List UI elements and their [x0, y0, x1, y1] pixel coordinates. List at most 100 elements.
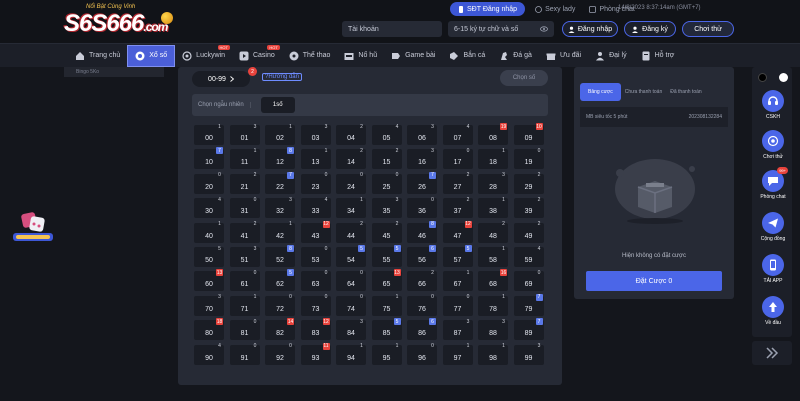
number-cell-96[interactable]: 0 96	[407, 343, 437, 365]
number-cell-51[interactable]: 3 51	[229, 246, 260, 267]
demo-play-button[interactable]: Chơi thử	[682, 21, 734, 37]
nav-agent[interactable]: Đại lý	[588, 45, 634, 67]
number-cell-28[interactable]: 3 28	[478, 172, 508, 194]
sexy-lady-link[interactable]: Sexy lady	[531, 6, 579, 13]
light-theme-dot[interactable]	[779, 72, 788, 82]
account-input[interactable]: Tài khoản	[342, 21, 442, 37]
number-cell-89[interactable]: 7 89	[513, 318, 544, 341]
number-cell-80[interactable]: 18 80	[194, 318, 224, 341]
number-cell-27[interactable]: 2 27	[442, 172, 473, 194]
number-cell-64[interactable]: 0 64	[336, 270, 366, 292]
number-cell-71[interactable]: 1 71	[229, 294, 260, 316]
number-cell-78[interactable]: 1 78	[478, 294, 508, 316]
back-to-top-button[interactable]: Về đầu	[756, 296, 790, 336]
number-cell-02[interactable]: 1 02	[265, 124, 295, 145]
number-cell-18[interactable]: 1 18	[478, 148, 508, 170]
community-button[interactable]: Cộng đồng	[756, 212, 790, 252]
left-game-list[interactable]: Bingo 5Ko	[64, 67, 164, 77]
number-cell-21[interactable]: 2 21	[229, 172, 260, 194]
number-cell-44[interactable]: 2 44	[336, 221, 366, 243]
number-cell-69[interactable]: 0 69	[513, 270, 544, 292]
number-cell-11[interactable]: 1 11	[229, 148, 260, 170]
nav-casino[interactable]: Casino HOT	[232, 44, 282, 67]
expand-sidebar-button[interactable]	[752, 341, 792, 365]
number-cell-49[interactable]: 2 49	[513, 221, 544, 243]
nav-promotions[interactable]: Ưu đãi	[539, 45, 588, 67]
number-cell-29[interactable]: 2 29	[513, 172, 544, 194]
place-bet-button[interactable]: Đặt Cược 0	[586, 271, 722, 291]
number-cell-41[interactable]: 2 41	[229, 221, 260, 243]
number-cell-19[interactable]: 0 19	[513, 148, 544, 170]
nav-sports[interactable]: Thể thao	[282, 45, 338, 67]
password-input[interactable]: 6-15 ký tự chữ và số	[448, 21, 554, 37]
nav-support[interactable]: Hỗ trợ	[634, 45, 682, 67]
number-cell-98[interactable]: 1 98	[478, 343, 508, 365]
choose-number-button[interactable]: Chọn số	[500, 70, 548, 86]
number-cell-04[interactable]: 2 04	[336, 124, 366, 145]
number-cell-52[interactable]: 8 52	[265, 245, 295, 267]
number-cell-47[interactable]: 12 47	[442, 220, 473, 243]
nav-home[interactable]: Trang chủ	[68, 45, 127, 67]
number-cell-16[interactable]: 3 16	[407, 148, 437, 170]
number-cell-36[interactable]: 0 36	[407, 197, 437, 219]
number-cell-97[interactable]: 1 97	[442, 343, 473, 365]
number-cell-37[interactable]: 2 37	[442, 197, 473, 219]
number-cell-68[interactable]: 16 68	[478, 269, 508, 292]
tab-unpaid[interactable]: Chưa thanh toán	[621, 83, 667, 101]
number-cell-86[interactable]: 6 86	[407, 318, 437, 341]
number-cell-60[interactable]: 13 60	[194, 269, 224, 292]
number-cell-25[interactable]: 0 25	[371, 172, 402, 194]
number-cell-07[interactable]: 4 07	[442, 124, 473, 145]
eye-icon[interactable]	[540, 26, 548, 32]
chat-room-side-button[interactable]: 99+ Phòng chat	[756, 167, 790, 210]
nav-fishing[interactable]: Bắn cá	[442, 45, 492, 67]
nav-cockfight[interactable]: Đá gà	[492, 45, 539, 67]
number-cell-26[interactable]: 7 26	[407, 171, 437, 194]
logo[interactable]: Nổi Bật Cùng Vinh S6S666.com	[64, 4, 174, 38]
number-cell-00[interactable]: 1 00	[194, 124, 224, 145]
tab-paid[interactable]: Đã thanh toán	[666, 83, 705, 101]
number-cell-45[interactable]: 2 45	[371, 221, 402, 243]
number-cell-77[interactable]: 0 77	[442, 294, 473, 316]
number-cell-03[interactable]: 3 03	[300, 124, 331, 145]
number-cell-85[interactable]: 5 85	[371, 318, 402, 341]
number-cell-46[interactable]: 8 46	[407, 220, 437, 243]
number-cell-35[interactable]: 3 35	[371, 197, 402, 219]
number-cell-65[interactable]: 13 65	[371, 269, 402, 292]
number-cell-84[interactable]: 3 84	[336, 319, 366, 341]
number-cell-32[interactable]: 3 32	[265, 197, 295, 219]
download-app-button[interactable]: TẢI APP	[756, 254, 790, 294]
number-cell-14[interactable]: 2 14	[336, 148, 366, 170]
number-cell-55[interactable]: 5 55	[371, 245, 402, 267]
number-cell-58[interactable]: 1 58	[478, 246, 508, 267]
guide-link[interactable]: ?Hướng dẫn	[262, 73, 302, 81]
phone-login-link[interactable]: SĐT Đăng nhập	[450, 2, 526, 16]
number-cell-05[interactable]: 4 05	[371, 124, 402, 145]
number-cell-48[interactable]: 2 48	[478, 221, 508, 243]
number-cell-76[interactable]: 0 76	[407, 294, 437, 316]
nav-card-games[interactable]: Game bài	[384, 45, 442, 67]
nav-luckywin[interactable]: Luckywin HOT	[175, 44, 232, 67]
number-cell-06[interactable]: 3 06	[407, 124, 437, 145]
number-cell-09[interactable]: 10 09	[513, 123, 544, 145]
number-cell-31[interactable]: 0 31	[229, 197, 260, 219]
number-cell-38[interactable]: 1 38	[478, 197, 508, 219]
number-cell-53[interactable]: 0 53	[300, 246, 331, 267]
number-cell-61[interactable]: 0 61	[229, 270, 260, 292]
number-cell-59[interactable]: 4 59	[513, 246, 544, 267]
number-cell-13[interactable]: 1 13	[300, 148, 331, 170]
number-cell-10[interactable]: 7 10	[194, 147, 224, 170]
floating-promo-icon[interactable]	[12, 211, 54, 245]
number-cell-57[interactable]: 5 57	[442, 245, 473, 267]
number-cell-01[interactable]: 3 01	[229, 124, 260, 145]
number-cell-12[interactable]: 8 12	[265, 147, 295, 170]
number-cell-74[interactable]: 0 74	[336, 294, 366, 316]
number-cell-75[interactable]: 1 75	[371, 294, 402, 316]
number-cell-99[interactable]: 3 99	[513, 343, 544, 365]
number-cell-40[interactable]: 1 40	[194, 221, 224, 243]
number-cell-50[interactable]: 5 50	[194, 246, 224, 267]
dark-theme-dot[interactable]	[758, 72, 767, 82]
theme-toggle[interactable]	[758, 72, 788, 82]
random-one-number-button[interactable]: 1số	[260, 97, 295, 113]
number-cell-67[interactable]: 1 67	[442, 270, 473, 292]
